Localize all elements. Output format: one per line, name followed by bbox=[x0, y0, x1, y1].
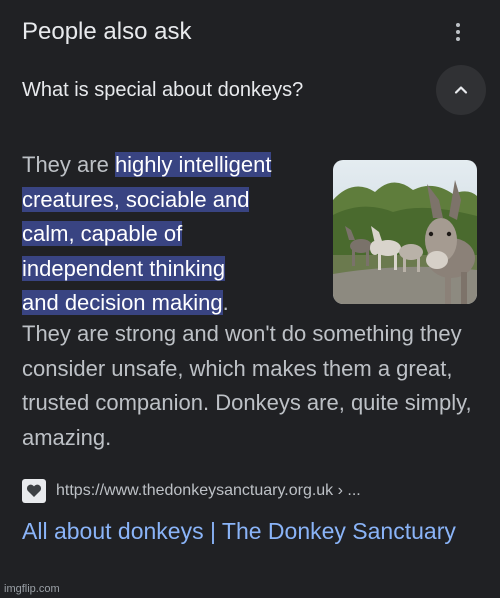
heart-icon bbox=[22, 479, 46, 503]
source-row[interactable]: https://www.thedonkeysanctuary.org.uk › … bbox=[22, 478, 361, 504]
answer-highlight: calm, capable of bbox=[22, 221, 183, 246]
answer-lead: They are bbox=[22, 152, 115, 177]
answer-continuation: They are strong and won't do something t… bbox=[22, 321, 472, 450]
donkey-thumbnail[interactable] bbox=[333, 160, 477, 304]
answer-highlight: creatures, sociable and bbox=[22, 186, 250, 212]
answer-period: . bbox=[222, 290, 229, 315]
answer-snippet: They are highly intelligent creatures, so… bbox=[22, 148, 322, 321]
section-header: People also ask bbox=[22, 14, 480, 50]
question-text[interactable]: What is special about donkeys? bbox=[22, 79, 303, 102]
watermark: imgflip.com bbox=[4, 583, 60, 595]
more-options-icon[interactable] bbox=[448, 17, 468, 47]
answer-highlight: and decision making bbox=[22, 290, 223, 315]
question-row[interactable]: What is special about donkeys? bbox=[22, 62, 486, 118]
source-url[interactable]: https://www.thedonkeysanctuary.org.uk › … bbox=[56, 482, 361, 500]
section-title: People also ask bbox=[22, 18, 192, 45]
result-link[interactable]: All about donkeys | The Donkey Sanctuary bbox=[22, 510, 482, 552]
answer-highlight: independent thinking bbox=[22, 255, 226, 281]
chevron-up-icon bbox=[454, 86, 468, 94]
collapse-button[interactable] bbox=[436, 65, 486, 115]
answer-highlight: highly intelligent bbox=[114, 152, 272, 177]
